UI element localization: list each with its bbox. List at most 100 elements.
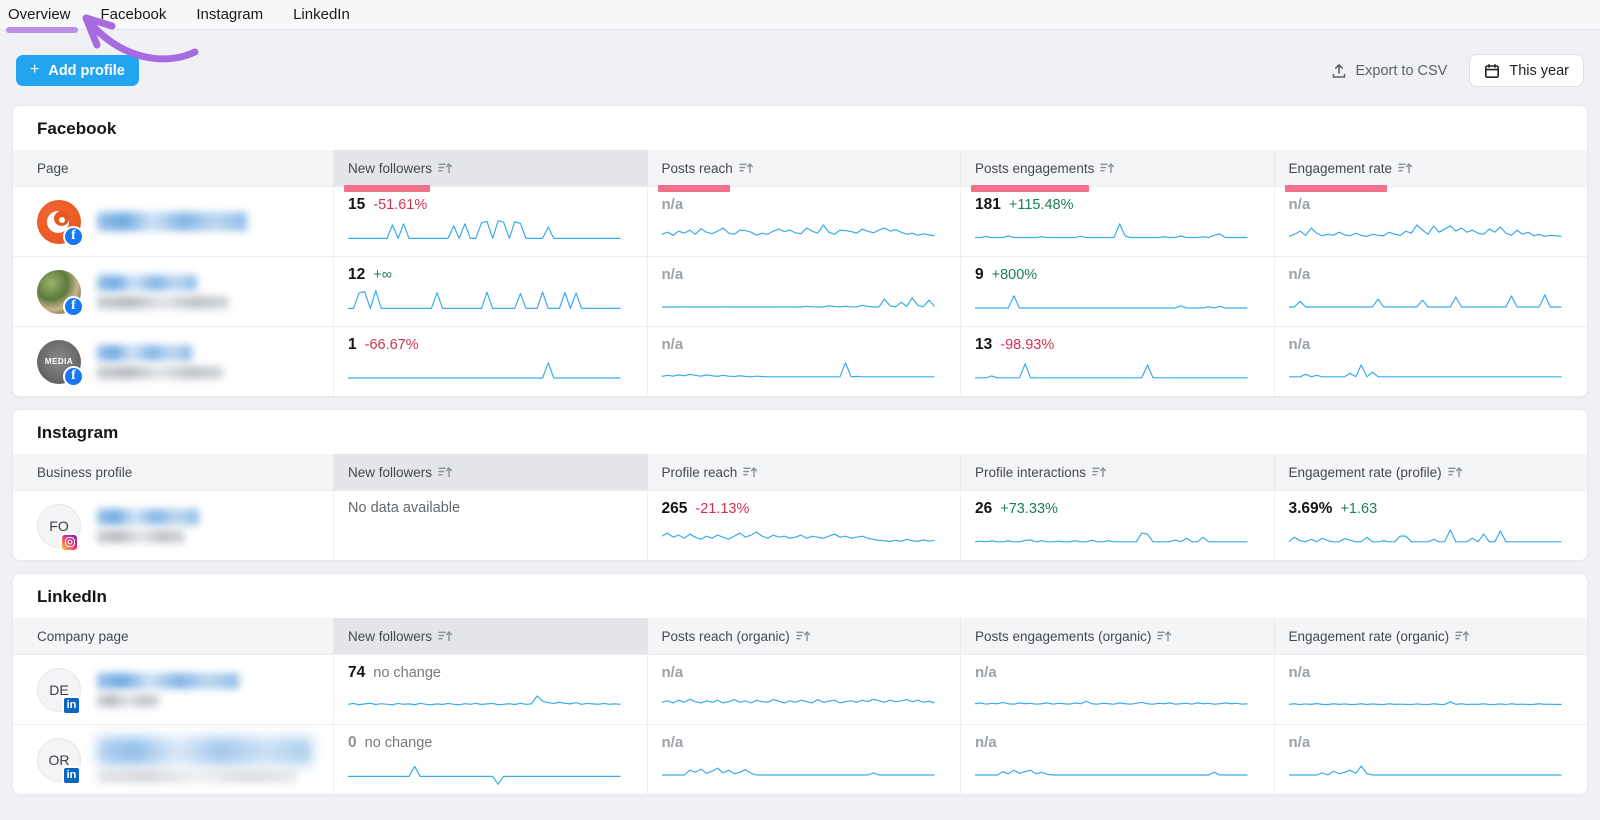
add-profile-button[interactable]: + Add profile	[16, 55, 139, 86]
tab-overview[interactable]: Overview	[8, 6, 71, 23]
trend-sparkline	[348, 285, 621, 311]
metric-cell-posts-reach: n/a	[647, 327, 961, 396]
instagram-table-header: Business profile New followers Profile r…	[13, 454, 1587, 490]
metric-cell-new-followers: 1-66.67%	[333, 327, 647, 396]
sort-icon	[1398, 162, 1413, 174]
metric-cell-new-followers: 74no change	[333, 655, 647, 724]
column-header-profile-reach[interactable]: Profile reach	[647, 454, 961, 490]
metric-cell-engagement-rate: n/a	[1274, 187, 1588, 256]
metric-cell-engagement-rate-organic: n/a	[1274, 655, 1588, 724]
toolbar: + Add profile Export to CSV This year	[0, 30, 1600, 105]
column-header-posts-reach-organic[interactable]: Posts reach (organic)	[647, 618, 961, 654]
table-row: f 12+∞ n/a 9+800% n/a	[13, 256, 1587, 326]
export-icon	[1331, 63, 1347, 79]
table-row: DE in 74no change n/a n/a n/a	[13, 654, 1587, 724]
column-header-posts-engagements-organic[interactable]: Posts engagements (organic)	[960, 618, 1274, 654]
column-header-business-profile: Business profile	[13, 454, 333, 490]
trend-sparkline	[1289, 214, 1562, 240]
metric-cell-posts-reach-organic: n/a	[647, 655, 961, 724]
sort-icon	[438, 162, 453, 174]
column-header-page: Page	[13, 150, 333, 186]
metric-cell-engagement-rate: n/a	[1274, 257, 1588, 326]
section-title-instagram: Instagram	[13, 410, 1587, 454]
redacted-profile-name[interactable]	[97, 345, 223, 379]
plus-icon: +	[30, 61, 39, 79]
table-row: MEDIA f 1-66.67% n/a 13-98.93% n/a	[13, 326, 1587, 396]
linkedin-badge-icon: in	[62, 696, 81, 715]
purple-marker-underline	[6, 27, 78, 33]
linkedin-table-header: Company page New followers Posts reach (…	[13, 618, 1587, 654]
redacted-profile-name[interactable]	[97, 212, 247, 231]
instagram-badge-icon	[60, 533, 79, 552]
metric-rank-bar	[971, 185, 1089, 192]
trend-sparkline	[975, 519, 1248, 545]
column-header-profile-interactions[interactable]: Profile interactions	[960, 454, 1274, 490]
trend-sparkline	[975, 752, 1248, 778]
sort-icon	[1157, 630, 1172, 642]
metric-cell-engagement-rate-profile: 3.69%+1.63	[1274, 491, 1588, 560]
profile-avatar: FO	[37, 504, 81, 548]
export-label: Export to CSV	[1355, 63, 1447, 79]
trend-sparkline	[348, 215, 621, 241]
profile-avatar: f	[37, 270, 81, 314]
trend-sparkline	[662, 284, 935, 310]
sort-icon	[743, 466, 758, 478]
tab-facebook[interactable]: Facebook	[101, 6, 167, 23]
metric-cell-posts-engagements-organic: n/a	[960, 725, 1274, 794]
redacted-profile-name[interactable]	[97, 673, 239, 707]
metric-cell-posts-engagements: 9+800%	[960, 257, 1274, 326]
profile-avatar: DE in	[37, 668, 81, 712]
trend-sparkline	[975, 285, 1248, 311]
facebook-badge-icon: f	[63, 296, 84, 317]
facebook-badge-icon: f	[63, 226, 84, 247]
redacted-profile-name[interactable]	[97, 737, 312, 783]
redacted-profile-name[interactable]	[97, 275, 229, 309]
trend-sparkline	[1289, 284, 1562, 310]
sort-icon	[1092, 466, 1107, 478]
redacted-profile-name[interactable]	[97, 509, 199, 543]
sort-icon	[1100, 162, 1115, 174]
trend-sparkline	[975, 355, 1248, 381]
trend-sparkline	[348, 355, 621, 381]
trend-sparkline	[1289, 682, 1562, 708]
calendar-icon	[1484, 63, 1500, 79]
instagram-section-card: Instagram Business profile New followers…	[12, 409, 1588, 561]
metric-rank-bar	[1285, 185, 1387, 192]
sort-icon	[796, 630, 811, 642]
column-header-new-followers[interactable]: New followers	[333, 618, 647, 654]
tab-linkedin[interactable]: LinkedIn	[293, 6, 350, 23]
metric-rank-bar	[344, 185, 430, 192]
trend-sparkline	[348, 753, 621, 779]
sort-icon	[438, 630, 453, 642]
tab-instagram[interactable]: Instagram	[196, 6, 263, 23]
column-header-posts-engagements[interactable]: Posts engagements	[960, 150, 1274, 186]
metric-cell-new-followers: No data available	[333, 491, 647, 560]
profile-avatar: MEDIA f	[37, 340, 81, 384]
date-range-button[interactable]: This year	[1469, 54, 1584, 87]
export-to-csv-button[interactable]: Export to CSV	[1331, 63, 1447, 79]
table-row: OR in 0no change n/a n/a n/a	[13, 724, 1587, 794]
metric-cell-profile-reach: 265-21.13%	[647, 491, 961, 560]
column-header-posts-reach[interactable]: Posts reach	[647, 150, 961, 186]
column-header-engagement-rate-profile[interactable]: Engagement rate (profile)	[1274, 454, 1588, 490]
trend-sparkline	[1289, 752, 1562, 778]
trend-sparkline	[662, 214, 935, 240]
trend-sparkline	[662, 682, 935, 708]
column-header-new-followers[interactable]: New followers	[333, 454, 647, 490]
section-title-linkedin: LinkedIn	[13, 574, 1587, 618]
trend-sparkline	[662, 752, 935, 778]
trend-sparkline	[348, 683, 621, 709]
trend-sparkline	[662, 354, 935, 380]
metric-cell-new-followers: 15-51.61%	[333, 187, 647, 256]
trend-sparkline	[662, 519, 935, 545]
metric-rank-bar	[658, 185, 730, 192]
sort-icon	[739, 162, 754, 174]
trend-sparkline	[975, 215, 1248, 241]
top-tab-bar: Overview Facebook Instagram LinkedIn	[0, 0, 1600, 30]
linkedin-section-card: LinkedIn Company page New followers Post…	[12, 573, 1588, 795]
metric-cell-new-followers: 12+∞	[333, 257, 647, 326]
column-header-new-followers[interactable]: New followers	[333, 150, 647, 186]
column-header-engagement-rate-organic[interactable]: Engagement rate (organic)	[1274, 618, 1588, 654]
column-header-engagement-rate[interactable]: Engagement rate	[1274, 150, 1588, 186]
metric-cell-engagement-rate-organic: n/a	[1274, 725, 1588, 794]
